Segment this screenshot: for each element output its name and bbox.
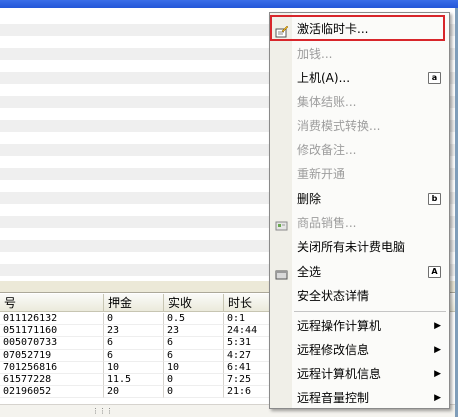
- cell-deposit: 6: [104, 337, 164, 350]
- menu-item-select-all[interactable]: 全选 A: [270, 261, 449, 283]
- cell-deposit: 0: [104, 313, 164, 326]
- context-menu: 激活临时卡... 加钱... 上机(A)... a 集体结账... 消费模式转换…: [269, 12, 450, 409]
- menu-item-start-session[interactable]: 上机(A)... a: [270, 67, 449, 89]
- menu-item-delete[interactable]: 删除 b: [270, 188, 449, 210]
- menu-item-label: 删除: [297, 192, 322, 206]
- menu-item-label: 安全状态详情: [297, 289, 370, 303]
- cell-number: 61577228: [0, 373, 104, 387]
- menu-item-label: 修改备注...: [297, 143, 357, 157]
- scrollbar-thumb[interactable]: ⋮⋮⋮: [92, 407, 113, 416]
- menu-item-label: 重新开通: [297, 167, 346, 181]
- cell-number: 005070733: [0, 337, 104, 350]
- menu-item-label: 关闭所有未计费电脑: [297, 240, 406, 254]
- menu-item-label: 全选: [297, 265, 322, 279]
- cell-deposit: 23: [104, 325, 164, 338]
- menu-item-label: 远程计算机信息: [297, 367, 382, 381]
- menu-item-edit-note: 修改备注...: [270, 139, 449, 161]
- menu-item-remote-edit-info[interactable]: 远程修改信息 ▶: [270, 339, 449, 361]
- cell-deposit: 6: [104, 349, 164, 362]
- cell-received: 0: [164, 373, 224, 387]
- menu-item-add-money: 加钱...: [270, 43, 449, 65]
- submenu-arrow-icon: ▶: [434, 369, 441, 379]
- menu-item-label: 远程音量控制: [297, 391, 370, 405]
- submenu-arrow-icon: ▶: [434, 393, 441, 403]
- column-header-deposit[interactable]: 押金: [104, 294, 164, 312]
- menu-item-remote-control[interactable]: 远程操作计算机 ▶: [270, 315, 449, 337]
- cell-received: 6: [164, 337, 224, 350]
- cell-received: 0.5: [164, 313, 224, 326]
- submenu-arrow-icon: ▶: [434, 345, 441, 355]
- menu-item-label: 远程修改信息: [297, 343, 370, 357]
- menu-item-goods-sales: 商品销售...: [270, 212, 449, 234]
- cell-deposit: 10: [104, 361, 164, 374]
- cell-number: 011126132: [0, 313, 104, 326]
- column-header-received[interactable]: 实收: [164, 294, 224, 312]
- cell-received: 0: [164, 386, 224, 399]
- menu-item-remote-volume[interactable]: 远程音量控制 ▶: [270, 387, 449, 409]
- cell-received: 6: [164, 349, 224, 362]
- shortcut-key-icon: A: [428, 266, 441, 278]
- menu-item-close-unbilled-pcs[interactable]: 关闭所有未计费电脑: [270, 236, 449, 258]
- goods-icon: [275, 217, 288, 231]
- menu-item-reopen: 重新开通: [270, 163, 449, 185]
- menu-item-label: 上机(A)...: [297, 71, 351, 85]
- cell-number: 07052719: [0, 349, 104, 362]
- cell-number: 051171160: [0, 325, 104, 338]
- cell-deposit: 20: [104, 386, 164, 399]
- cell-number: 701256816: [0, 361, 104, 374]
- cell-deposit: 11.5: [104, 373, 164, 387]
- shortcut-key-icon: b: [428, 193, 441, 205]
- menu-item-switch-billing-mode: 消费模式转换...: [270, 115, 449, 137]
- menu-item-label: 远程操作计算机: [297, 319, 382, 333]
- menu-item-security-details[interactable]: 安全状态详情: [270, 285, 449, 307]
- menu-item-label: 集体结账...: [297, 95, 357, 109]
- submenu-arrow-icon: ▶: [434, 321, 441, 331]
- menu-separator: [294, 311, 446, 312]
- window-title-bar: [0, 0, 458, 8]
- cell-received: 23: [164, 325, 224, 338]
- menu-item-remote-pc-info[interactable]: 远程计算机信息 ▶: [270, 363, 449, 385]
- menu-item-label: 商品销售...: [297, 216, 357, 230]
- shortcut-key-icon: a: [428, 72, 441, 84]
- cell-number: 02196052: [0, 386, 104, 399]
- cell-received: 10: [164, 361, 224, 374]
- menu-item-label: 加钱...: [297, 47, 333, 61]
- annotation-highlight-box: [270, 15, 445, 41]
- menu-item-label: 消费模式转换...: [297, 119, 381, 133]
- menu-item-group-checkout: 集体结账...: [270, 91, 449, 113]
- column-header-number[interactable]: 号: [0, 294, 104, 312]
- select-all-icon: [275, 266, 288, 280]
